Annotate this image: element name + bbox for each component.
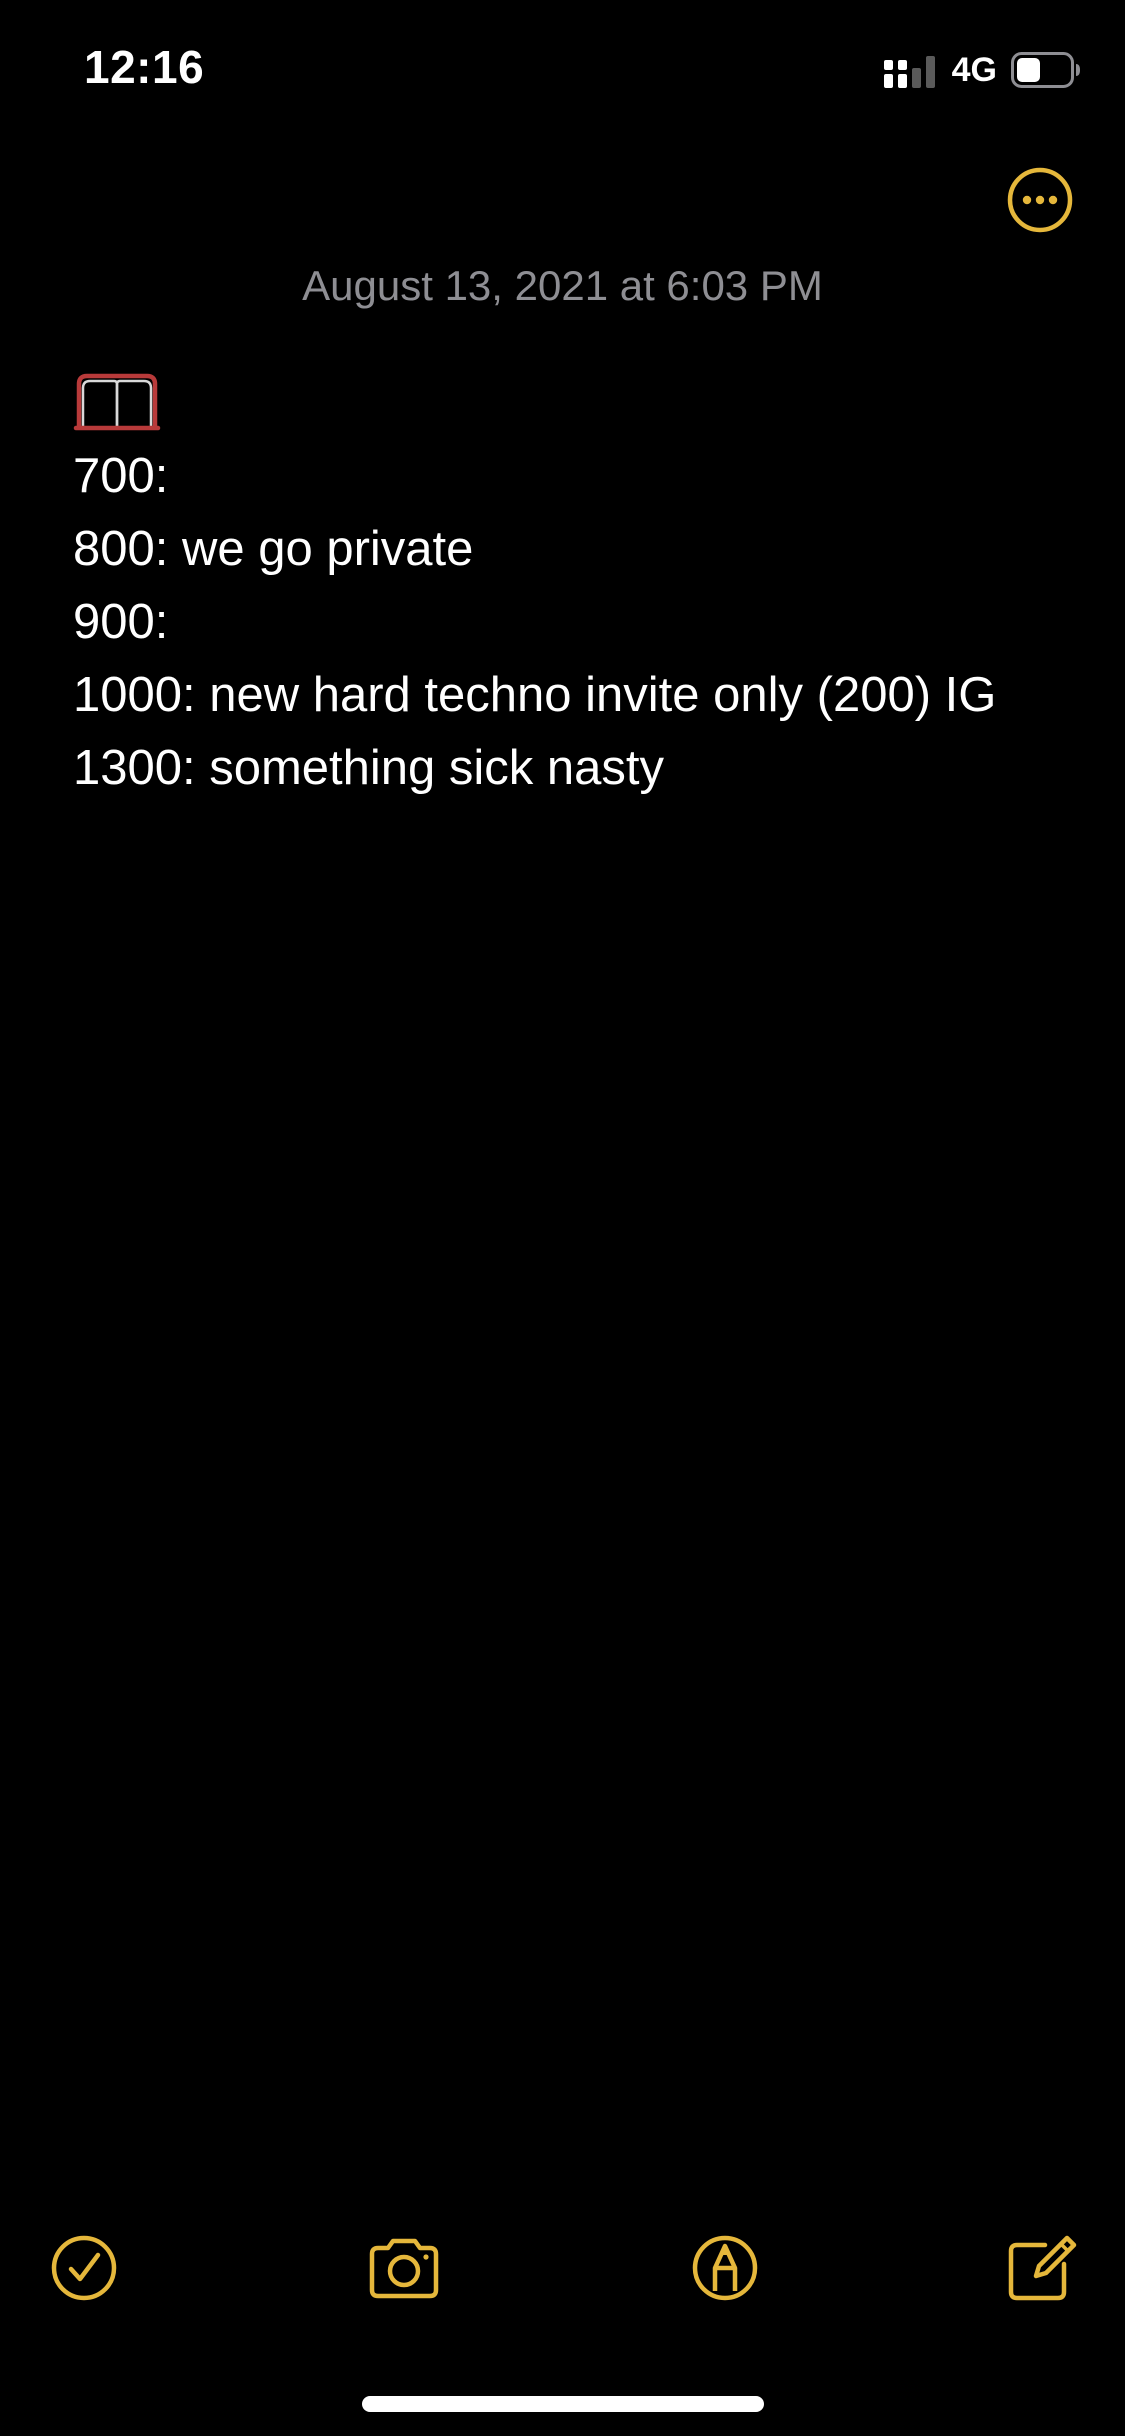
ellipsis-circle-icon — [1007, 167, 1073, 233]
note-line: 1300: something sick nasty — [73, 741, 665, 795]
checklist-button[interactable] — [44, 2228, 124, 2308]
markup-button[interactable] — [685, 2228, 765, 2308]
status-indicators: 4G — [883, 48, 1081, 92]
note-line: 800: we go private — [73, 522, 474, 576]
note-line: 700: — [73, 449, 169, 503]
status-bar: 12:16 4G — [0, 0, 1125, 140]
battery-icon — [1011, 52, 1080, 88]
open-book-icon — [73, 373, 161, 431]
bottom-toolbar — [0, 2228, 1125, 2308]
note-line: 900: — [73, 595, 169, 649]
home-indicator[interactable] — [362, 2396, 764, 2412]
camera-icon — [369, 2238, 439, 2299]
more-options-button[interactable] — [1006, 166, 1074, 234]
markup-icon — [692, 2235, 758, 2301]
cellular-signal-icon — [883, 56, 935, 88]
compose-icon — [1008, 2235, 1077, 2301]
status-time: 12:16 — [84, 41, 205, 93]
compose-button[interactable] — [1001, 2228, 1081, 2308]
note-line: 1000: new hard techno invite only (200) … — [73, 668, 997, 722]
camera-button[interactable] — [364, 2228, 444, 2308]
note-date: August 13, 2021 at 6:03 PM — [302, 262, 823, 309]
network-type: 4G — [951, 50, 997, 89]
note-body[interactable]: 700: 800: we go private 900: 1000: new h… — [73, 370, 1083, 805]
checklist-icon — [51, 2235, 117, 2301]
